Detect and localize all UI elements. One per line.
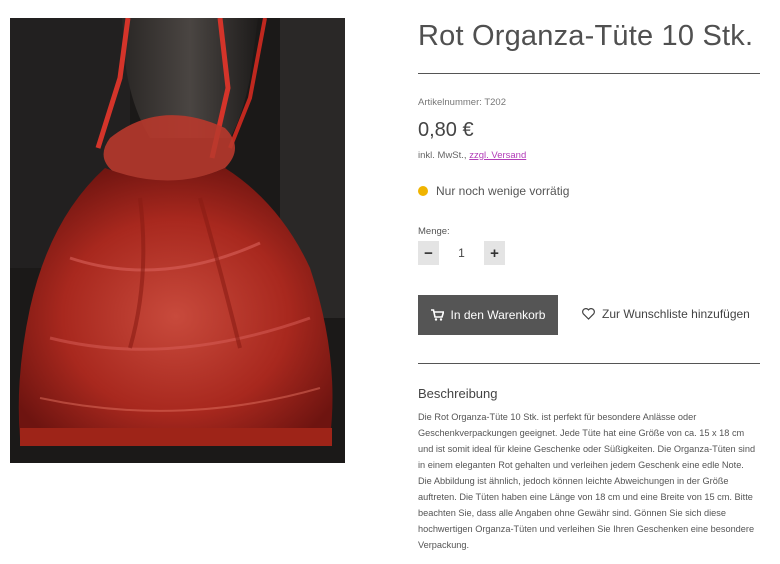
wishlist-label: Zur Wunschliste hinzufügen bbox=[602, 307, 750, 321]
organza-bag-photo bbox=[10, 18, 345, 463]
cart-icon bbox=[430, 309, 444, 321]
quantity-increase-button[interactable]: + bbox=[484, 241, 505, 265]
stock-status: Nur noch wenige vorrätig bbox=[418, 184, 569, 198]
shipping-link[interactable]: zzgl. Versand bbox=[469, 150, 526, 161]
stock-status-text: Nur noch wenige vorrätig bbox=[436, 184, 570, 198]
quantity-label: Menge: bbox=[418, 226, 450, 237]
quantity-input[interactable]: 1 bbox=[439, 241, 484, 265]
divider bbox=[418, 73, 760, 74]
quantity-stepper: − 1 + bbox=[418, 241, 505, 265]
description-text: Die Rot Organza-Tüte 10 Stk. ist perfekt… bbox=[418, 412, 756, 550]
add-to-cart-button[interactable]: In den Warenkorb bbox=[418, 295, 558, 335]
add-to-cart-label: In den Warenkorb bbox=[450, 308, 546, 322]
product-title: Rot Organza-Tüte 10 Stk. bbox=[418, 20, 754, 52]
sku-label: Artikelnummer: T202 bbox=[418, 97, 506, 108]
product-image[interactable] bbox=[10, 18, 345, 463]
heart-icon bbox=[582, 308, 595, 320]
description-heading: Beschreibung bbox=[418, 386, 498, 401]
price: 0,80 € bbox=[418, 119, 474, 141]
divider bbox=[418, 363, 760, 364]
stock-dot-icon bbox=[418, 186, 428, 196]
quantity-decrease-button[interactable]: − bbox=[418, 241, 439, 265]
tax-label: inkl. MwSt., bbox=[418, 150, 470, 161]
tax-info: inkl. MwSt., zzgl. Versand bbox=[418, 150, 526, 161]
wishlist-button[interactable]: Zur Wunschliste hinzufügen bbox=[582, 307, 750, 321]
